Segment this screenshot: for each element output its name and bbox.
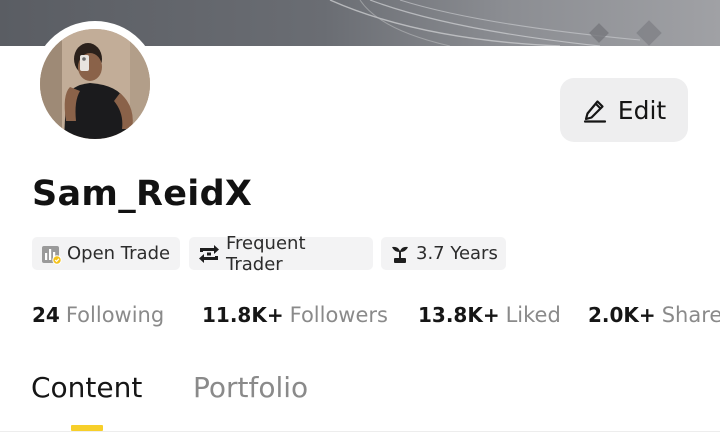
badge-label: Frequent Trader xyxy=(226,232,306,275)
frequent-trader-swap-icon xyxy=(197,243,221,265)
badge-label: Open Trade xyxy=(67,243,171,264)
profile-username: Sam_ReidX xyxy=(32,174,253,214)
user-avatar-photo-icon xyxy=(40,29,150,139)
stat-label: Shared xyxy=(661,303,720,327)
stat-value: 13.8K+ xyxy=(418,303,500,327)
stat-following[interactable]: 24 Following xyxy=(32,300,164,330)
open-trade-chart-icon xyxy=(40,243,62,265)
stat-label: Liked xyxy=(505,303,561,327)
stat-label: Following xyxy=(65,303,165,327)
pencil-edit-icon xyxy=(582,97,608,123)
stat-shared[interactable]: 2.0K+Shared xyxy=(588,300,720,330)
stat-value: 24 xyxy=(32,303,60,327)
tab-portfolio[interactable]: Portfolio xyxy=(193,368,308,408)
badge-label: 3.7 Years xyxy=(416,243,498,264)
edit-button[interactable]: Edit xyxy=(560,78,688,142)
edit-button-label: Edit xyxy=(617,95,667,125)
badge-frequent-trader[interactable]: Frequent Trader xyxy=(189,233,373,275)
tab-content[interactable]: Content xyxy=(31,368,142,408)
stat-value: 2.0K+ xyxy=(588,303,656,327)
badge-open-trade[interactable]: Open Trade xyxy=(32,237,180,270)
sprout-trophy-icon xyxy=(389,243,411,265)
tabs-divider xyxy=(0,431,720,432)
badge-years[interactable]: 3.7 Years xyxy=(381,237,506,270)
stat-followers[interactable]: 11.8K+ Followers xyxy=(202,300,388,330)
stat-value: 11.8K+ xyxy=(202,303,284,327)
avatar[interactable] xyxy=(40,29,150,139)
stat-liked[interactable]: 13.8K+ Liked xyxy=(418,300,561,330)
stat-label: Followers xyxy=(289,303,388,327)
